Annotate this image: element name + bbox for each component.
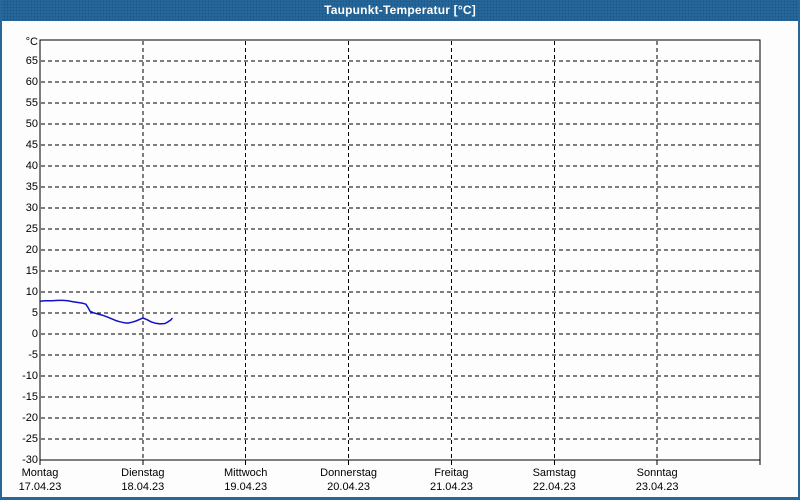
x-weekday-label: Freitag	[434, 467, 469, 479]
y-tick-label: -15	[22, 391, 38, 403]
y-tick-label: 25	[25, 223, 38, 235]
y-tick-label: -25	[22, 433, 38, 445]
y-tick-label: 20	[25, 244, 38, 256]
x-weekday-label: Mittwoch	[224, 467, 268, 479]
x-weekday-label: Sonntag	[636, 467, 678, 479]
y-tick-label: 0	[31, 328, 38, 340]
x-date-label: 18.04.23	[121, 481, 165, 493]
x-date-label: 22.04.23	[532, 481, 576, 493]
y-tick-label: 10	[25, 286, 38, 298]
y-tick-label: 35	[25, 181, 38, 193]
y-tick-label: 30	[25, 202, 38, 214]
x-weekday-label: Samstag	[532, 467, 576, 479]
x-date-label: 20.04.23	[327, 481, 370, 493]
y-tick-label: 55	[25, 97, 38, 109]
y-tick-label: 65	[25, 55, 38, 67]
y-tick-label: 60	[25, 76, 38, 88]
y-tick-label: -10	[22, 370, 38, 382]
x-weekday-label: Montag	[21, 467, 59, 479]
y-axis-unit: °C	[25, 36, 38, 48]
y-tick-label: 40	[25, 160, 38, 172]
y-tick-label: -5	[28, 349, 38, 361]
y-tick-label: 5	[31, 307, 38, 319]
app-window: Taupunkt-Temperatur [°C] °C -30 -25 -20 -15…	[0, 0, 800, 500]
x-date-label: 21.04.23	[430, 481, 473, 493]
y-tick-label: -30	[22, 454, 38, 466]
dewpoint-chart	[39, 39, 761, 465]
x-date-label: 17.04.23	[18, 481, 62, 493]
y-tick-label: 45	[25, 139, 38, 151]
y-tick-label: 15	[25, 265, 38, 277]
x-weekday-label: Donnerstag	[320, 467, 377, 479]
x-date-label: 23.04.23	[635, 481, 679, 493]
y-tick-label: 50	[25, 118, 38, 130]
x-weekday-label: Dienstag	[121, 467, 165, 479]
x-date-label: 19.04.23	[224, 481, 268, 493]
series-line	[39, 299, 173, 325]
y-tick-label: -20	[22, 412, 38, 424]
